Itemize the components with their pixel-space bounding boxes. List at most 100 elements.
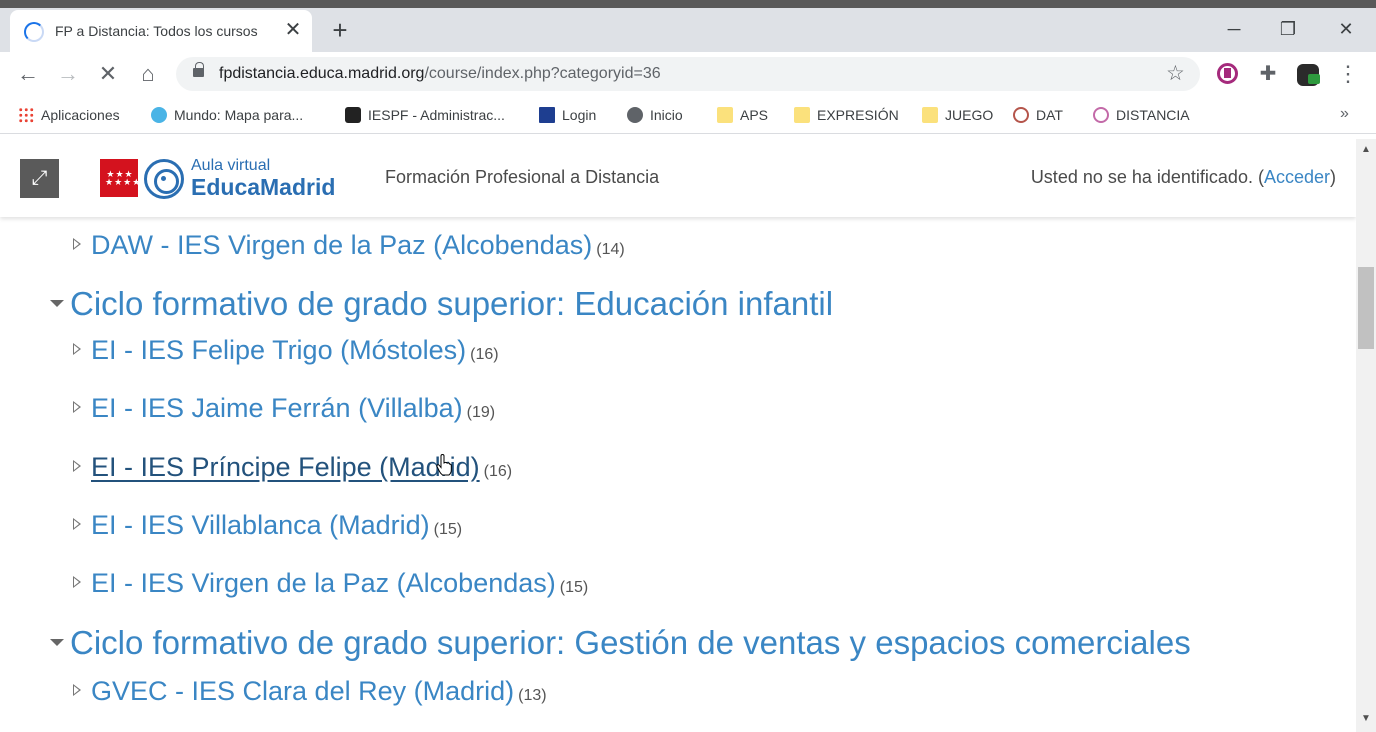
comunidad-madrid-flag[interactable]: ★★★ ★★★★	[100, 159, 142, 197]
folder-icon	[922, 107, 938, 123]
restore-button[interactable]: ❐	[1268, 14, 1308, 44]
course-link[interactable]: EI - IES Virgen de la Paz (Alcobendas)	[91, 568, 556, 598]
category-heading[interactable]: Ciclo formativo de grado superior: Gesti…	[50, 624, 1191, 662]
site-header: ⤢ ★★★ ★★★★ Aula virtual EducaMadrid Form…	[0, 139, 1356, 217]
course-count: (15)	[433, 521, 463, 538]
globe-icon	[627, 107, 643, 123]
scroll-up-icon[interactable]: ▲	[1356, 143, 1376, 157]
course-link[interactable]: GVEC - IES Clara del Rey (Madrid)	[91, 676, 514, 706]
course-count: (14)	[596, 241, 625, 258]
bookmark-distancia[interactable]: DISTANCIA	[1093, 105, 1190, 125]
course-item[interactable]: DAW - IES Virgen de la Paz (Alcobendas)(…	[73, 230, 625, 261]
profile-extension-badge	[1308, 74, 1320, 84]
bookmarks-overflow-icon[interactable]: »	[1340, 105, 1349, 123]
tab-close-icon[interactable]: ✕	[282, 19, 304, 41]
course-link[interactable]: DAW - IES Virgen de la Paz (Alcobendas)	[91, 230, 592, 260]
login-link[interactable]: Acceder	[1264, 167, 1330, 187]
bookmark-aplicaciones[interactable]: Aplicaciones	[18, 105, 120, 125]
extension-dot	[1224, 68, 1231, 78]
hand-cursor-icon	[436, 454, 452, 476]
bookmark-login[interactable]: Login	[539, 105, 596, 125]
expand-arrow-icon[interactable]	[73, 684, 81, 696]
login-info: Usted no se ha identificado. (Acceder)	[1031, 167, 1336, 188]
window-frame	[0, 0, 1376, 8]
collapse-arrow-icon[interactable]	[50, 639, 64, 646]
bookmark-expresion[interactable]: EXPRESIÓN	[794, 105, 899, 125]
bookmark-label: JUEGO	[945, 107, 994, 123]
bookmark-label: DAT	[1036, 107, 1063, 123]
iespf-icon	[345, 107, 361, 123]
course-category-list: DAW - IES Virgen de la Paz (Alcobendas)(…	[0, 139, 1356, 732]
course-count: (16)	[470, 346, 499, 363]
expand-arrow-icon[interactable]	[73, 518, 81, 530]
tab-title: FP a Distancia: Todos los cursos	[55, 23, 258, 39]
bookmark-label: Inicio	[650, 107, 683, 123]
course-link[interactable]: EI - IES Villablanca (Madrid)	[91, 510, 430, 540]
menu-icon[interactable]: ⋮	[1336, 60, 1360, 88]
flag-stars: ★★★ ★★★★	[105, 169, 142, 187]
distancia-icon	[1093, 107, 1109, 123]
course-link[interactable]: EI - IES Felipe Trigo (Móstoles)	[91, 335, 466, 365]
browser-tab[interactable]: FP a Distancia: Todos los cursos ✕	[10, 10, 312, 52]
globe-icon	[151, 107, 167, 123]
puzzle-icon[interactable]: ✚	[1256, 62, 1280, 86]
expand-arrow-icon[interactable]	[73, 343, 81, 355]
collapse-arrow-icon[interactable]	[50, 300, 64, 307]
course-item[interactable]: EI - IES Felipe Trigo (Móstoles) (16)	[73, 335, 499, 366]
scrollbar-thumb[interactable]	[1358, 267, 1374, 349]
bookmark-label: IESPF - Administrac...	[368, 107, 505, 123]
bookmark-inicio[interactable]: Inicio	[627, 105, 683, 125]
eu-flag-icon	[539, 107, 555, 123]
forward-arrow-icon[interactable]: →	[54, 60, 82, 88]
tab-strip: FP a Distancia: Todos los cursos ✕ + ─ ❐…	[0, 8, 1376, 52]
back-arrow-icon[interactable]: ←	[14, 60, 42, 88]
browser-toolbar: ← → ✕ ⌂ fpdistancia.educa.madrid.org/cou…	[0, 52, 1376, 96]
category-title[interactable]: Ciclo formativo de grado superior: Gesti…	[70, 624, 1191, 661]
educamadrid-logo-icon[interactable]	[144, 159, 184, 199]
category-heading[interactable]: Ciclo formativo de grado superior: Educa…	[50, 285, 833, 323]
address-bar[interactable]: fpdistancia.educa.madrid.org/course/inde…	[176, 57, 1200, 91]
folder-icon	[717, 107, 733, 123]
home-icon[interactable]: ⌂	[134, 60, 162, 88]
expand-arrow-icon[interactable]	[73, 576, 81, 588]
course-link[interactable]: EI - IES Jaime Ferrán (Villalba)	[91, 393, 463, 423]
stop-icon[interactable]: ✕	[94, 60, 122, 88]
expand-arrow-icon[interactable]	[73, 401, 81, 413]
scroll-down-icon[interactable]: ▼	[1356, 712, 1376, 726]
lock-icon[interactable]	[193, 62, 204, 77]
bookmark-mundo[interactable]: Mundo: Mapa para...	[151, 105, 303, 125]
course-link[interactable]: EI - IES Príncipe Felipe (Madrid)	[91, 452, 480, 482]
new-tab-button[interactable]: +	[326, 17, 354, 45]
login-prefix: Usted no se ha identificado. (	[1030, 167, 1264, 187]
url-text[interactable]: fpdistancia.educa.madrid.org/course/inde…	[219, 65, 661, 83]
course-item[interactable]: EI - IES Jaime Ferrán (Villalba) (19)	[73, 393, 495, 424]
course-count: (15)	[559, 579, 589, 596]
loading-spinner-icon	[24, 22, 44, 42]
bookmark-juego[interactable]: JUEGO	[922, 105, 993, 125]
close-window-button[interactable]: ✕	[1326, 14, 1366, 44]
bookmark-iespf[interactable]: IESPF - Administrac...	[345, 105, 505, 125]
star-icon[interactable]: ☆	[1166, 61, 1185, 86]
bookmark-label: Mundo: Mapa para...	[174, 107, 304, 123]
bookmark-aps[interactable]: APS	[717, 105, 768, 125]
category-title[interactable]: Ciclo formativo de grado superior: Educa…	[70, 285, 833, 322]
bookmark-label: APS	[740, 107, 769, 123]
expand-arrow-icon[interactable]	[73, 238, 81, 250]
course-count: (16)	[483, 463, 513, 480]
page-scrollbar[interactable]: ▲ ▼	[1356, 139, 1376, 732]
course-count: (19)	[466, 404, 496, 421]
course-item[interactable]: GVEC - IES Clara del Rey (Madrid) (13)	[73, 676, 547, 707]
page-viewport: ⤢ ★★★ ★★★★ Aula virtual EducaMadrid Form…	[0, 139, 1356, 732]
extension-icon[interactable]	[1216, 62, 1240, 86]
expand-icon[interactable]: ⤢	[20, 159, 59, 198]
minimize-button[interactable]: ─	[1214, 14, 1254, 44]
bookmark-label: DISTANCIA	[1116, 107, 1190, 123]
course-item[interactable]: EI - IES Villablanca (Madrid) (15)	[73, 510, 462, 541]
bookmark-label: Login	[562, 107, 597, 123]
educamadrid-brand[interactable]: EducaMadrid	[191, 174, 335, 201]
profile-extension-icon[interactable]	[1296, 62, 1320, 86]
aula-virtual-label[interactable]: Aula virtual	[191, 157, 270, 175]
course-item[interactable]: EI - IES Virgen de la Paz (Alcobendas) (1…	[73, 568, 588, 599]
expand-arrow-icon[interactable]	[73, 460, 81, 472]
bookmark-dat[interactable]: DAT	[1013, 105, 1063, 125]
